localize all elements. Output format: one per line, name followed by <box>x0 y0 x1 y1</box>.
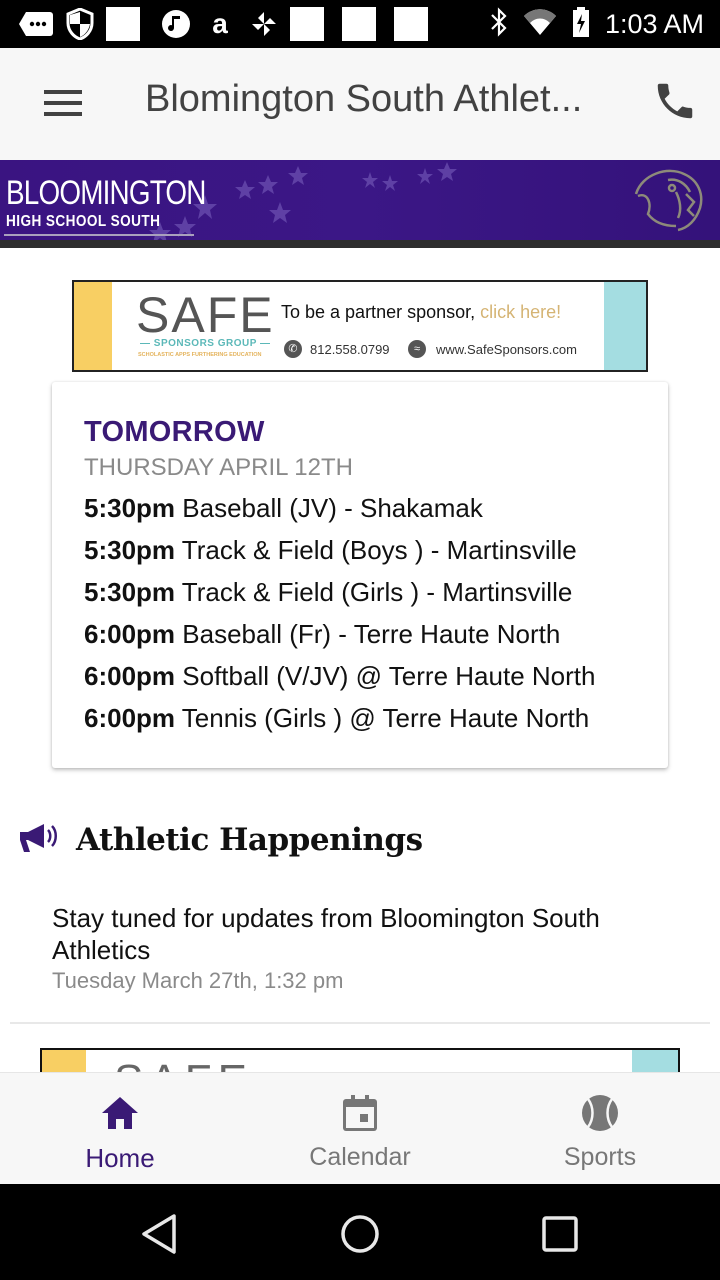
event-item[interactable]: 6:00pm Tennis (Girls ) @ Terre Haute Nor… <box>84 702 595 744</box>
event-time: 6:00pm <box>84 661 176 691</box>
ad-website-url: www.SafeSponsors.com <box>436 341 577 357</box>
phone-icon: ✆ <box>284 340 302 358</box>
menu-icon-line <box>44 90 82 94</box>
event-description: Baseball (JV) - Shakamak <box>175 493 483 523</box>
ad-phone: ✆ 812.558.0799 <box>284 340 390 358</box>
menu-button[interactable] <box>44 90 82 118</box>
ad-tagline: To be a partner sponsor, click here! <box>281 302 561 323</box>
event-item[interactable]: 6:00pm Baseball (Fr) - Terre Haute North <box>84 618 595 660</box>
event-description: Tennis (Girls ) @ Terre Haute North <box>175 703 590 733</box>
menu-icon-line <box>44 101 82 105</box>
messages-icon <box>18 6 54 42</box>
ad-website: ≈ www.SafeSponsors.com <box>408 340 577 358</box>
safe-logo: SAFE <box>136 287 275 343</box>
event-time: 5:30pm <box>84 577 176 607</box>
calendar-icon <box>343 1095 377 1131</box>
upcoming-events-card: TOMORROW THURSDAY APRIL 12TH 5:30pm Base… <box>52 382 668 768</box>
banner-title: BLOOMINGTON <box>6 174 206 212</box>
event-time: 6:00pm <box>84 619 176 649</box>
safe-logo-subtitle: — SPONSORS GROUP — <box>140 338 271 349</box>
news-item[interactable]: Stay tuned for updates from Bloomington … <box>52 902 692 994</box>
event-description: Softball (V/JV) @ Terre Haute North <box>175 661 596 691</box>
battery-charging-icon <box>571 6 591 43</box>
card-date: THURSDAY APRIL 12TH <box>84 454 353 481</box>
app-bar: Blomington South Athlet... <box>0 48 720 160</box>
nav-label: Calendar <box>309 1143 411 1171</box>
megaphone-icon <box>20 824 57 852</box>
banner-shadow-strip <box>0 240 720 248</box>
nav-tab-sports[interactable]: Sports <box>480 1073 720 1184</box>
ad-right-stripe <box>604 282 646 370</box>
nav-label: Sports <box>563 1143 637 1171</box>
section-title-athletic-happenings: Athletic Happenings <box>76 822 423 858</box>
banner-underline <box>4 234 194 236</box>
event-item[interactable]: 5:30pm Track & Field (Boys ) - Martinsvi… <box>84 534 595 576</box>
tennis-ball-icon <box>582 1095 618 1131</box>
school-banner: BLOOMINGTON HIGH SCHOOL SOUTH <box>0 160 720 240</box>
recents-icon[interactable] <box>538 1212 582 1256</box>
phone-icon <box>657 83 693 119</box>
event-item[interactable]: 5:30pm Track & Field (Girls ) - Martinsv… <box>84 576 595 618</box>
status-notification-icons: a <box>0 6 446 42</box>
wifi-icon: ≈ <box>408 340 426 358</box>
news-date: Tuesday March 27th, 1:32 pm <box>52 968 344 993</box>
notification-placeholder-icon <box>106 7 140 41</box>
event-item[interactable]: 6:00pm Softball (V/JV) @ Terre Haute Nor… <box>84 660 595 702</box>
back-icon[interactable] <box>138 1212 182 1256</box>
event-time: 5:30pm <box>84 535 176 565</box>
shield-icon <box>62 6 98 42</box>
nav-label: Home <box>85 1143 155 1173</box>
music-icon <box>158 6 194 42</box>
notification-placeholder-icon <box>290 7 324 41</box>
bluetooth-icon <box>489 6 509 42</box>
event-time: 6:00pm <box>84 703 176 733</box>
news-text: Stay tuned for updates from Bloomington … <box>52 903 600 965</box>
banner-subtitle: HIGH SCHOOL SOUTH <box>6 213 161 230</box>
phone-button[interactable] <box>652 78 700 126</box>
ad-phone-number: 812.558.0799 <box>310 341 390 357</box>
status-bar: a 1:03 AM <box>0 0 720 48</box>
home-icon <box>102 1097 138 1129</box>
system-navigation-bar <box>0 1184 720 1280</box>
sponsor-ad-banner[interactable]: SAFE — SPONSORS GROUP — SCHOLASTIC APPS … <box>72 280 648 372</box>
nav-tab-home[interactable]: Home <box>0 1073 240 1184</box>
events-list: 5:30pm Baseball (JV) - Shakamak 5:30pm T… <box>84 492 595 744</box>
card-heading: TOMORROW <box>84 416 265 448</box>
clock: 1:03 AM <box>604 8 704 39</box>
ad-body: SAFE — SPONSORS GROUP — SCHOLASTIC APPS … <box>112 282 604 370</box>
home-circle-icon[interactable] <box>338 1212 382 1256</box>
amazon-icon: a <box>212 8 228 39</box>
notification-placeholder-icon <box>394 7 428 41</box>
event-description: Baseball (Fr) - Terre Haute North <box>175 619 561 649</box>
nav-tab-calendar[interactable]: Calendar <box>240 1073 480 1184</box>
event-description: Track & Field (Boys ) - Martinsville <box>175 535 577 565</box>
event-time: 5:30pm <box>84 493 176 523</box>
event-item[interactable]: 5:30pm Baseball (JV) - Shakamak <box>84 492 595 534</box>
divider <box>10 1022 710 1024</box>
status-system-icons: 1:03 AM <box>489 0 704 48</box>
ad-click-here-link[interactable]: click here! <box>480 302 561 322</box>
notification-placeholder-icon <box>342 7 376 41</box>
app-title: Blomington South Athlet... <box>145 78 583 120</box>
event-description: Track & Field (Girls ) - Martinsville <box>175 577 573 607</box>
panther-mascot-icon <box>634 169 703 232</box>
menu-icon-line <box>44 112 82 116</box>
bottom-navigation: Home Calendar Sports <box>0 1072 720 1184</box>
wifi-icon <box>523 8 557 41</box>
safe-logo-tagline: SCHOLASTIC APPS FURTHERING EDUCATION <box>138 352 262 358</box>
ad-tagline-text: To be a partner sponsor, <box>281 302 481 322</box>
pinwheel-icon <box>246 6 282 42</box>
ad-left-stripe <box>74 282 112 370</box>
